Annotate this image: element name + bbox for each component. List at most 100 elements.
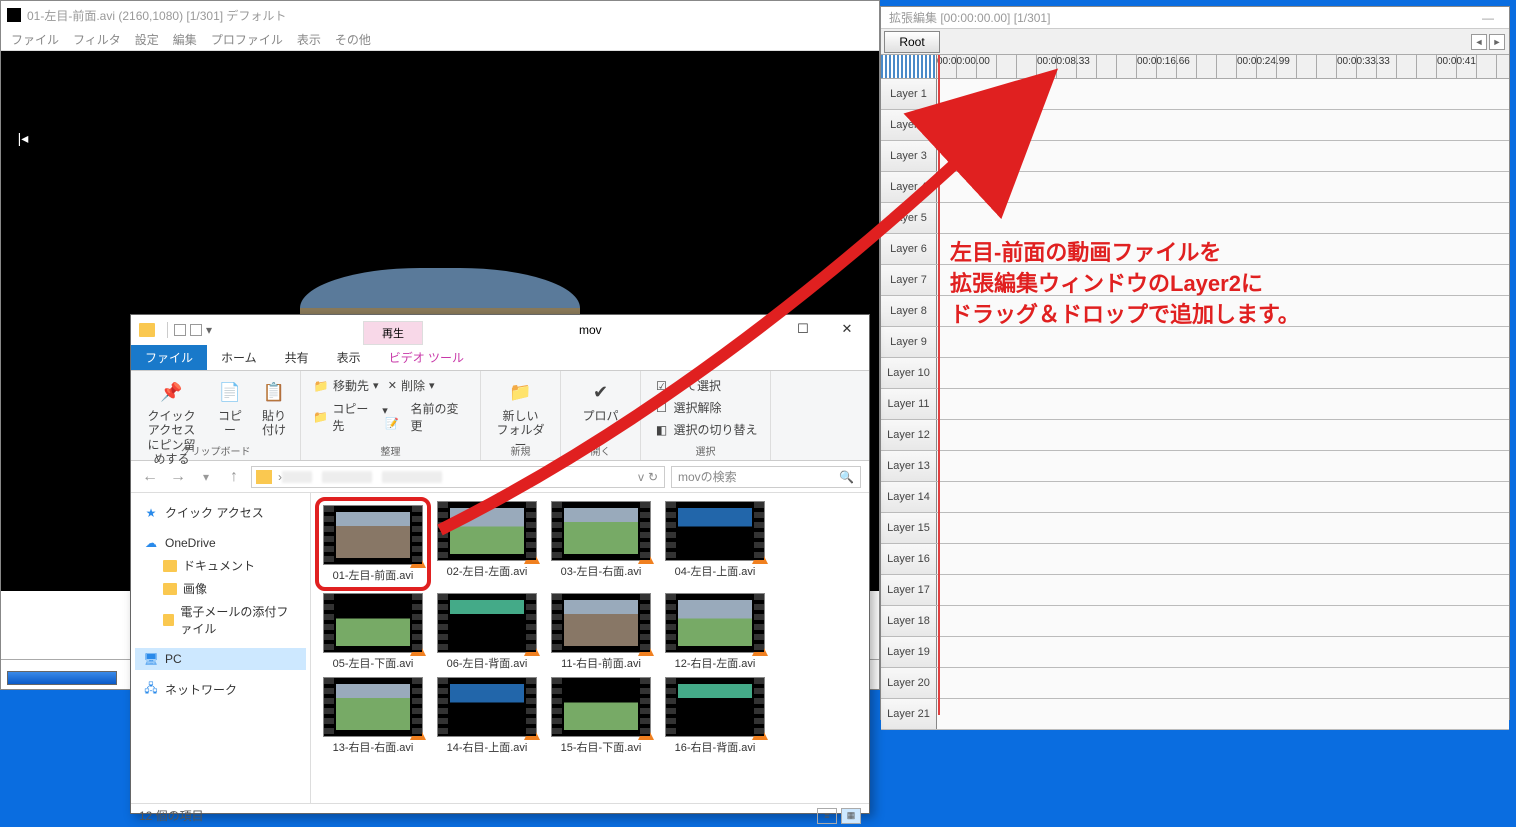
layer-label[interactable]: Layer 15 [881, 513, 937, 543]
file-item[interactable]: 14-右目-上面.avi [433, 677, 541, 755]
layer-row[interactable]: Layer 10 [881, 358, 1509, 389]
layer-row[interactable]: Layer 16 [881, 544, 1509, 575]
nav-quick-access[interactable]: ★クイック アクセス [135, 501, 306, 524]
file-item[interactable]: 16-右目-背面.avi [661, 677, 769, 755]
layer-track[interactable] [937, 606, 1509, 636]
explorer-titlebar[interactable]: ▾ 再生 mov — ☐ ✕ [131, 315, 869, 345]
layer-track[interactable] [937, 575, 1509, 605]
paste-button[interactable]: 📋貼り付け [256, 375, 292, 442]
qat-btn-2[interactable] [190, 324, 202, 336]
file-item[interactable]: 03-左目-右面.avi [547, 501, 655, 587]
layer-label[interactable]: Layer 6 [881, 234, 937, 264]
layer-track[interactable] [937, 699, 1509, 729]
minimize-icon[interactable]: — [1471, 9, 1505, 27]
layer-row[interactable]: Layer 20 [881, 668, 1509, 699]
qat-btn-1[interactable] [174, 324, 186, 336]
close-button[interactable]: ✕ [825, 315, 869, 343]
copyto-button[interactable]: 📁コピー先 ▾ 📝 名前の変更 [309, 398, 472, 436]
layer-track[interactable] [937, 482, 1509, 512]
file-item[interactable]: 15-右目-下面.avi [547, 677, 655, 755]
layer-track[interactable] [937, 110, 1509, 140]
address-bar[interactable]: › v ↻ [251, 466, 665, 488]
layer-label[interactable]: Layer 12 [881, 420, 937, 450]
menu-file[interactable]: ファイル [11, 31, 59, 48]
menu-filter[interactable]: フィルタ [73, 31, 121, 48]
nav-documents[interactable]: ドキュメント [135, 554, 306, 577]
root-button[interactable]: Root [884, 31, 940, 53]
layer-track[interactable] [937, 265, 1509, 295]
layer-row[interactable]: Layer 13 [881, 451, 1509, 482]
tab-file[interactable]: ファイル [131, 345, 207, 370]
file-item[interactable]: 06-左目-背面.avi [433, 593, 541, 671]
layer-label[interactable]: Layer 13 [881, 451, 937, 481]
layer-track[interactable] [937, 420, 1509, 450]
menu-profile[interactable]: プロファイル [211, 31, 283, 48]
layer-track[interactable] [937, 234, 1509, 264]
layer-row[interactable]: Layer 18 [881, 606, 1509, 637]
layer-label[interactable]: Layer 9 [881, 327, 937, 357]
search-input[interactable]: movの検索 🔍 [671, 466, 861, 488]
layer-track[interactable] [937, 668, 1509, 698]
nav-onedrive[interactable]: ☁OneDrive [135, 532, 306, 554]
file-item[interactable]: 13-右目-右面.avi [319, 677, 427, 755]
selectnone-button[interactable]: ☐選択解除 [649, 397, 761, 418]
layer-row[interactable]: Layer 14 [881, 482, 1509, 513]
nav-email[interactable]: 電子メールの添付ファイル [135, 600, 306, 640]
layer-row[interactable]: Layer 7 [881, 265, 1509, 296]
layer-track[interactable] [937, 451, 1509, 481]
layer-row[interactable]: Layer 2 [881, 110, 1509, 141]
layer-row[interactable]: Layer 5 [881, 203, 1509, 234]
moveto-button[interactable]: 📁移動先 ▾ ✕ 削除 ▾ [309, 375, 472, 396]
timeline-nav-left-icon[interactable]: ◄ [1471, 34, 1487, 50]
invert-button[interactable]: ◧選択の切り替え [649, 419, 761, 440]
selectall-button[interactable]: ☑べて選択 [649, 375, 761, 396]
tab-home[interactable]: ホーム [207, 345, 271, 370]
file-item[interactable]: 05-左目-下面.avi [319, 593, 427, 671]
layer-label[interactable]: Layer 8 [881, 296, 937, 326]
timeline-titlebar[interactable]: 拡張編集 [00:00:00.00] [1/301] — [881, 7, 1509, 29]
layer-row[interactable]: Layer 12 [881, 420, 1509, 451]
properties-button[interactable]: ✔プロパ [578, 375, 622, 427]
layer-row[interactable]: Layer 17 [881, 575, 1509, 606]
layer-label[interactable]: Layer 19 [881, 637, 937, 667]
file-item[interactable]: 02-左目-左面.avi [433, 501, 541, 587]
layer-row[interactable]: Layer 3 [881, 141, 1509, 172]
ruler-zoom[interactable] [881, 55, 937, 78]
layer-track[interactable] [937, 544, 1509, 574]
tab-share[interactable]: 共有 [271, 345, 323, 370]
chevron-down-icon[interactable]: ▾ [206, 323, 212, 337]
file-item[interactable]: 04-左目-上面.avi [661, 501, 769, 587]
playhead-cursor[interactable] [938, 55, 940, 715]
view-details-button[interactable]: ≡ [817, 808, 837, 824]
ruler-ticks[interactable]: 00:00:00.0000:00:08.3300:00:16.6600:00:2… [937, 55, 1509, 78]
layer-row[interactable]: Layer 21 [881, 699, 1509, 730]
layer-label[interactable]: Layer 20 [881, 668, 937, 698]
copy-button[interactable]: 📄コピー [212, 375, 248, 442]
layer-label[interactable]: Layer 21 [881, 699, 937, 729]
layer-label[interactable]: Layer 2 [881, 110, 937, 140]
layer-track[interactable] [937, 141, 1509, 171]
nav-pictures[interactable]: 画像 [135, 577, 306, 600]
tab-view[interactable]: 表示 [323, 345, 375, 370]
layer-row[interactable]: Layer 11 [881, 389, 1509, 420]
layer-track[interactable] [937, 203, 1509, 233]
layer-label[interactable]: Layer 5 [881, 203, 937, 233]
aviutl-titlebar[interactable]: 01-左目-前面.avi (2160,1080) [1/301] デフォルト [1, 1, 879, 29]
layer-row[interactable]: Layer 15 [881, 513, 1509, 544]
view-icons-button[interactable]: ▦ [841, 808, 861, 824]
menu-view[interactable]: 表示 [297, 31, 321, 48]
file-item[interactable]: 01-左目-前面.avi [319, 501, 427, 587]
file-grid[interactable]: 01-左目-前面.avi02-左目-左面.avi03-左目-右面.avi04-左… [311, 493, 869, 803]
minimize-button[interactable]: — [737, 315, 781, 343]
layer-label[interactable]: Layer 1 [881, 79, 937, 109]
layer-track[interactable] [937, 79, 1509, 109]
layer-track[interactable] [937, 327, 1509, 357]
menu-edit[interactable]: 編集 [173, 31, 197, 48]
layer-track[interactable] [937, 637, 1509, 667]
layer-row[interactable]: Layer 8 [881, 296, 1509, 327]
maximize-button[interactable]: ☐ [781, 315, 825, 343]
layer-label[interactable]: Layer 18 [881, 606, 937, 636]
menu-other[interactable]: その他 [335, 31, 371, 48]
menu-settings[interactable]: 設定 [135, 31, 159, 48]
layer-label[interactable]: Layer 3 [881, 141, 937, 171]
